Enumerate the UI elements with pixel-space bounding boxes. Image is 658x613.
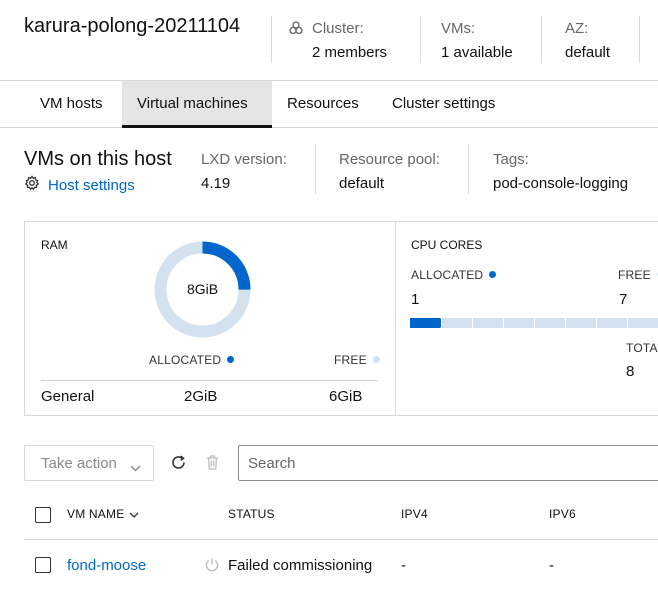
cpu-meter-segment-divider [472, 318, 473, 328]
take-action-label: Take action [41, 455, 117, 472]
cpu-cores-meter [410, 318, 658, 328]
allocated-dot-icon [489, 271, 497, 278]
cpu-meter-segment-divider [565, 318, 566, 328]
header-divider [541, 16, 542, 63]
take-action-button[interactable]: Take action [24, 445, 154, 481]
summary-divider [315, 144, 316, 194]
vms-value: 1 available [441, 44, 513, 61]
cluster-label: Cluster: [312, 20, 364, 37]
column-header-ipv4: IPV4 [401, 507, 428, 521]
cpu-meter-segment-divider [534, 318, 535, 328]
vm-name-header-label: VM NAME [67, 507, 125, 521]
cpu-allocated-value: 1 [411, 291, 420, 308]
cpu-allocated-legend: ALLOCATED [411, 268, 497, 282]
vms-label: VMs: [441, 20, 476, 37]
gear-icon [24, 175, 40, 195]
tab-virtual-machines[interactable]: Virtual machines [122, 81, 272, 128]
tab-vm-hosts[interactable]: VM hosts [24, 81, 118, 128]
trash-icon[interactable] [205, 454, 220, 476]
host-settings-link[interactable]: Host settings [24, 175, 135, 195]
ram-divider [41, 380, 378, 381]
card-divider [395, 222, 396, 415]
cpu-meter-allocated [410, 318, 441, 328]
host-settings-label: Host settings [48, 176, 135, 194]
row-checkbox[interactable] [35, 557, 51, 573]
cpu-allocated-label: ALLOCATED [411, 268, 484, 282]
cpu-title: CPU CORES [411, 238, 483, 252]
vm-toolbar: Take action [0, 445, 658, 481]
cpu-total-label: TOTAL [626, 341, 658, 355]
cpu-free-label: FREE [618, 268, 651, 282]
section-title: VMs on this host [24, 148, 172, 170]
header-divider [420, 16, 421, 63]
sort-chevron-icon [129, 507, 139, 521]
column-header-ipv6: IPV6 [549, 507, 576, 521]
tab-bar: VM hosts Virtual machines Resources Clus… [0, 81, 658, 128]
cluster-icon [289, 21, 303, 40]
ram-title: RAM [41, 238, 68, 252]
ram-free-label: FREE [334, 353, 367, 367]
resource-pool-label: Resource pool: [339, 151, 440, 168]
resource-pool-value: default [339, 175, 385, 192]
host-name-title: karura-polong-20211104 [24, 15, 241, 37]
vm-ipv6: - [549, 557, 554, 574]
header-divider [639, 16, 640, 63]
az-label: AZ: [565, 20, 589, 37]
cluster-value: 2 members [312, 44, 388, 61]
tab-cluster-settings[interactable]: Cluster settings [377, 81, 510, 128]
free-dot-icon [372, 356, 380, 363]
ram-row-label: General [41, 388, 95, 405]
column-header-vm-name[interactable]: VM NAME [67, 507, 139, 521]
vm-status: Failed commissioning [228, 557, 373, 574]
tab-resources[interactable]: Resources [272, 81, 374, 128]
ram-allocated-label: ALLOCATED [149, 353, 222, 367]
cpu-meter-segment-divider [627, 318, 628, 328]
vm-ipv4: - [401, 557, 406, 574]
header-divider [271, 16, 272, 63]
summary-divider [468, 144, 469, 194]
cpu-free-legend: FREE [618, 268, 658, 282]
page-header: karura-polong-20211104 Cluster: 2 member… [0, 0, 658, 81]
ram-total: 8GiB [186, 281, 219, 297]
lxd-version-value: 4.19 [201, 175, 231, 192]
cpu-meter-segment-divider [503, 318, 504, 328]
refresh-icon[interactable] [170, 454, 187, 476]
search-input[interactable] [238, 445, 658, 481]
az-value: default [565, 44, 611, 61]
ram-row-allocated: 2GiB [184, 388, 218, 405]
tags-label: Tags: [493, 151, 529, 168]
tags-value: pod-console-logging [493, 175, 629, 192]
ram-allocated-legend: ALLOCATED [149, 353, 235, 367]
lxd-version-label: LXD version: [201, 151, 287, 168]
cpu-total-value: 8 [626, 363, 635, 380]
chevron-down-icon [130, 459, 141, 476]
vm-name-link[interactable]: fond-moose [67, 557, 146, 574]
power-icon [204, 557, 220, 578]
select-all-checkbox[interactable] [35, 507, 51, 523]
column-header-status: STATUS [228, 507, 275, 521]
table-header-divider [24, 539, 658, 540]
ram-free-legend: FREE [334, 353, 380, 367]
cpu-meter-segment-divider [596, 318, 597, 328]
allocated-dot-icon [227, 356, 235, 363]
ram-row-free: 6GiB [329, 388, 363, 405]
cpu-meter-segment-divider [441, 318, 442, 328]
cpu-free-value: 7 [619, 291, 628, 308]
